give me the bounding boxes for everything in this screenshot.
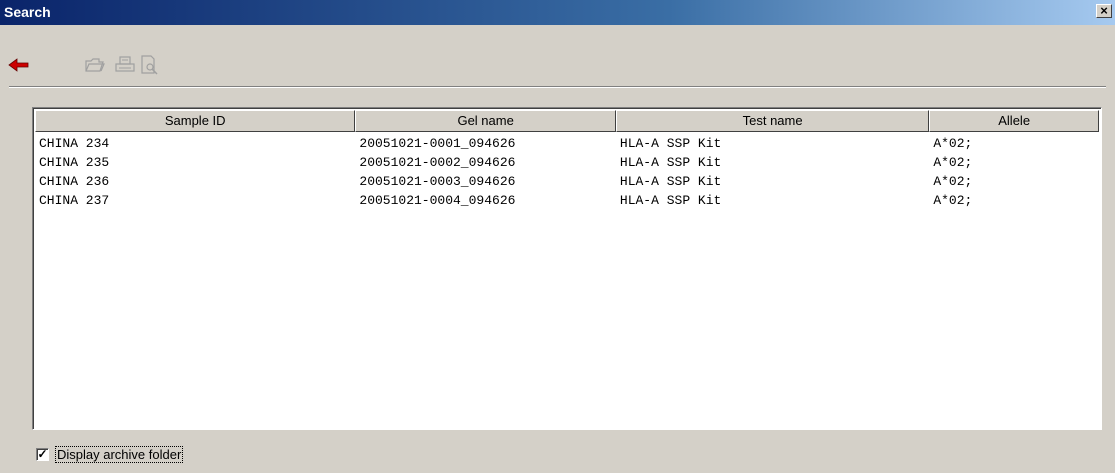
close-button[interactable]: × — [1096, 4, 1112, 18]
sample-id-cell: CHINA 234 — [39, 136, 110, 151]
display-archive-checkbox[interactable]: ✓ — [36, 447, 49, 461]
allele-cell: A*02; — [933, 193, 973, 208]
gel-name-cell: 20051021-0001_094626 — [359, 136, 516, 151]
print-preview-button[interactable] — [136, 52, 162, 78]
sample-id-cell: CHINA 237 — [39, 193, 110, 208]
allele-cell: A*02; — [933, 174, 973, 189]
back-arrow-icon — [8, 58, 29, 72]
gel-name-cell: 20051021-0002_094626 — [359, 155, 516, 170]
table-row[interactable]: CHINA 234 20051021-0001_094626 HLA-A SSP… — [35, 134, 1099, 153]
table-row[interactable]: CHINA 237 20051021-0004_094626 HLA-A SSP… — [35, 191, 1099, 210]
open-folder-icon — [85, 58, 105, 72]
window-title: Search — [4, 4, 51, 20]
allele-cell: A*02; — [933, 155, 973, 170]
list-rows: CHINA 234 20051021-0001_094626 HLA-A SSP… — [35, 134, 1099, 210]
toolbar — [0, 28, 1115, 86]
toolbar-separator — [9, 86, 1106, 88]
print-button[interactable] — [112, 52, 138, 78]
column-header-test-name[interactable]: Test name — [615, 110, 930, 132]
sample-id-cell: CHINA 236 — [39, 174, 110, 189]
column-header-allele[interactable]: Allele — [929, 110, 1099, 132]
column-header-gel-name[interactable]: Gel name — [355, 110, 616, 132]
archive-option: ✓ Display archive folder — [36, 444, 184, 464]
print-preview-icon — [141, 55, 158, 75]
gel-name-cell: 20051021-0004_094626 — [359, 193, 516, 208]
sample-id-cell: CHINA 235 — [39, 155, 110, 170]
table-row[interactable]: CHINA 235 20051021-0002_094626 HLA-A SSP… — [35, 153, 1099, 172]
back-button[interactable] — [6, 52, 32, 78]
list-header: Sample ID Gel name Test name Allele — [35, 110, 1099, 132]
test-name-cell: HLA-A SSP Kit — [619, 136, 722, 151]
table-row[interactable]: CHINA 236 20051021-0003_094626 HLA-A SSP… — [35, 172, 1099, 191]
open-button[interactable] — [82, 52, 108, 78]
print-icon — [115, 56, 135, 72]
test-name-cell: HLA-A SSP Kit — [619, 193, 722, 208]
allele-cell: A*02; — [933, 136, 973, 151]
test-name-cell: HLA-A SSP Kit — [619, 174, 722, 189]
gel-name-cell: 20051021-0003_094626 — [359, 174, 516, 189]
results-list[interactable]: Sample ID Gel name Test name Allele CHIN… — [32, 107, 1102, 430]
test-name-cell: HLA-A SSP Kit — [619, 155, 722, 170]
title-bar[interactable]: Search × — [0, 0, 1115, 25]
column-header-sample-id[interactable]: Sample ID — [35, 110, 356, 132]
display-archive-label[interactable]: Display archive folder — [55, 445, 184, 463]
